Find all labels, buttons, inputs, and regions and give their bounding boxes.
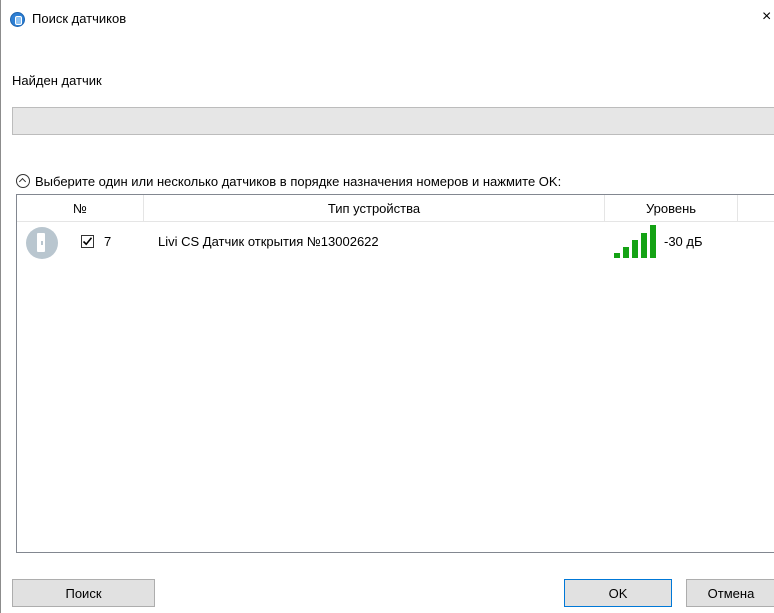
- search-button[interactable]: Поиск: [12, 579, 155, 607]
- window-title: Поиск датчиков: [32, 11, 127, 26]
- table-row[interactable]: 7 Livi CS Датчик открытия №13002622 -30 …: [17, 222, 774, 262]
- chevron-up-icon[interactable]: [16, 174, 30, 188]
- title-bar: Поиск датчиков ×: [1, 0, 774, 34]
- cancel-button[interactable]: Отмена: [686, 579, 774, 607]
- door-sensor-icon: [26, 227, 58, 259]
- signal-bar: [650, 225, 656, 258]
- signal-strength-icon: [614, 225, 660, 258]
- column-header-level[interactable]: Уровень: [605, 195, 738, 222]
- search-progress-bar: [12, 107, 774, 135]
- selection-header: Выберите один или несколько датчиков в п…: [16, 172, 561, 190]
- sensor-number: 7: [104, 234, 112, 249]
- signal-level: -30 дБ: [664, 234, 703, 249]
- signal-bar: [614, 253, 620, 258]
- checkmark-icon: [82, 237, 93, 246]
- column-header-type[interactable]: Тип устройства: [144, 195, 605, 222]
- sensor-type: Livi CS Датчик открытия №13002622: [158, 234, 379, 249]
- selection-instruction: Выберите один или несколько датчиков в п…: [35, 173, 562, 189]
- app-icon: [10, 12, 25, 27]
- close-icon[interactable]: ×: [762, 9, 771, 25]
- signal-bar: [632, 240, 638, 258]
- sensor-search-dialog: Поиск датчиков × Найден датчик Выберите …: [0, 0, 774, 613]
- list-header: № Тип устройства Уровень: [17, 195, 774, 222]
- signal-bar: [623, 247, 629, 258]
- signal-bar: [641, 233, 647, 258]
- column-header-number[interactable]: №: [17, 195, 144, 222]
- sensor-checkbox[interactable]: [81, 235, 94, 248]
- found-sensor-label: Найден датчик: [12, 73, 102, 88]
- ok-button[interactable]: OK: [564, 579, 672, 607]
- sensor-list[interactable]: № Тип устройства Уровень 7 Livi CS Датчи…: [16, 194, 774, 553]
